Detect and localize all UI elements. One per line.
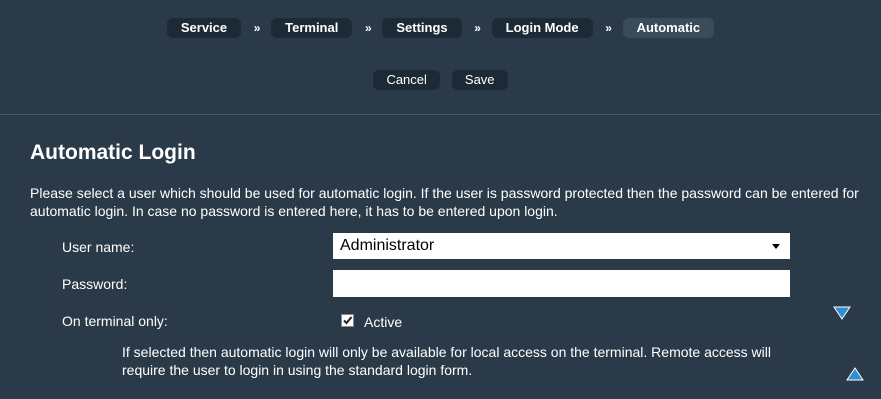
password-input[interactable]: [333, 270, 790, 297]
breadcrumb: Service » Terminal » Settings » Login Mo…: [0, 18, 881, 38]
username-select[interactable]: Administrator: [333, 233, 790, 259]
breadcrumb-separator-icon: »: [253, 21, 261, 35]
page-description: Please select a user which should be use…: [30, 185, 859, 219]
breadcrumb-separator-icon: »: [474, 21, 481, 35]
active-label: Active: [364, 314, 403, 330]
breadcrumb-separator-icon: »: [365, 21, 372, 35]
cancel-button[interactable]: Cancel: [373, 70, 440, 90]
username-selected-value: Administrator: [340, 237, 435, 254]
breadcrumb-settings[interactable]: Settings: [382, 18, 462, 38]
breadcrumb-separator-icon: »: [605, 21, 612, 35]
automatic-login-panel: Automatic Login Please select a user whi…: [0, 115, 881, 399]
checkmark-icon: [343, 316, 353, 325]
active-checkbox[interactable]: [341, 314, 354, 327]
triangle-down-icon[interactable]: [833, 306, 851, 320]
breadcrumb-automatic: Automatic: [622, 18, 715, 38]
top-navigation-bar: Service » Terminal » Settings » Login Mo…: [0, 0, 881, 114]
action-buttons: Cancel Save: [0, 70, 881, 90]
chevron-down-icon: [772, 244, 780, 249]
save-button[interactable]: Save: [451, 70, 508, 90]
username-label: User name:: [62, 239, 135, 255]
breadcrumb-terminal[interactable]: Terminal: [271, 18, 353, 38]
terminal-only-note: If selected then automatic login will on…: [122, 344, 771, 378]
password-label: Password:: [62, 276, 128, 292]
terminal-only-label: On terminal only:: [62, 313, 168, 329]
breadcrumb-service[interactable]: Service: [166, 18, 242, 38]
triangle-up-icon[interactable]: [846, 367, 864, 381]
breadcrumb-login-mode[interactable]: Login Mode: [491, 18, 593, 38]
page-title: Automatic Login: [30, 141, 196, 164]
